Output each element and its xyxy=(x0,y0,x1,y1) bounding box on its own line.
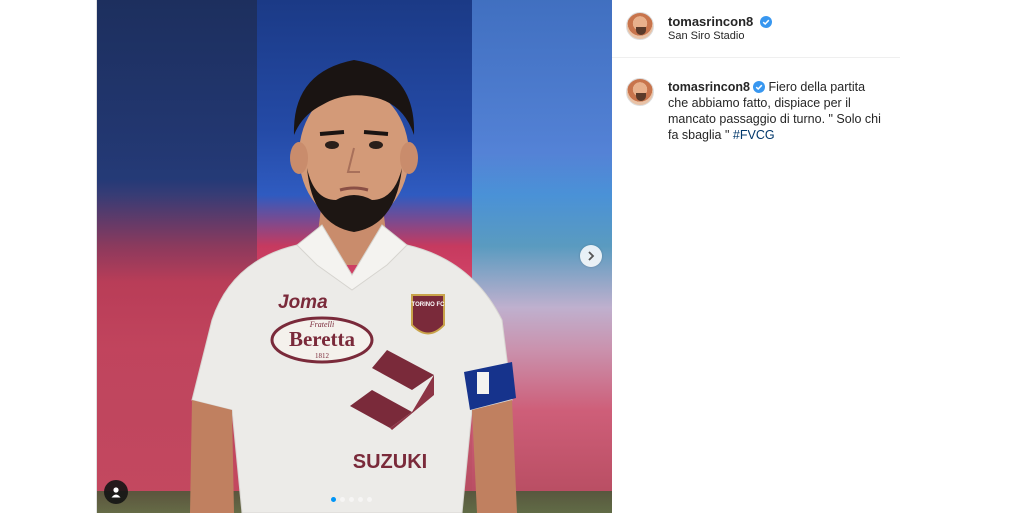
carousel-dot xyxy=(367,497,372,502)
hashtag-link[interactable]: #FVCG xyxy=(733,128,775,142)
carousel-dot xyxy=(340,497,345,502)
beretta-year: 1812 xyxy=(315,352,330,360)
header-username[interactable]: tomasrincon8 xyxy=(668,14,772,29)
location-link[interactable]: San Siro Stadio xyxy=(668,30,744,42)
post-caption: tomasrincon8 Fiero della partita che abb… xyxy=(668,79,888,143)
carousel-next-button[interactable] xyxy=(580,245,602,267)
carousel-dot xyxy=(349,497,354,502)
carousel-indicator xyxy=(331,497,372,502)
carousel-dot xyxy=(358,497,363,502)
player-figure: Joma TORINO FC Fratelli Beretta 1812 SUZ… xyxy=(190,60,517,513)
verified-badge-icon xyxy=(759,16,772,28)
joma-logo: Joma xyxy=(278,292,328,313)
beretta-logo: Beretta xyxy=(289,327,356,351)
chevron-right-icon xyxy=(588,251,595,261)
post-header: tomasrincon8 San Siro Stadio xyxy=(612,0,900,58)
caption-avatar[interactable] xyxy=(626,78,654,106)
suzuki-logo: SUZUKI xyxy=(353,451,427,473)
post-sidebar: tomasrincon8 San Siro Stadio tomasrincon… xyxy=(612,0,900,513)
caption-username[interactable]: tomasrincon8 xyxy=(668,80,750,94)
avatar[interactable] xyxy=(626,12,654,40)
carousel-dot xyxy=(331,497,336,502)
left-blank-area xyxy=(0,0,97,513)
post-image[interactable]: Joma TORINO FC Fratelli Beretta 1812 SUZ… xyxy=(97,0,612,513)
badge-text: TORINO FC xyxy=(412,302,446,308)
user-tag-icon xyxy=(111,487,121,498)
tagged-users-button[interactable] xyxy=(104,480,128,504)
verified-badge-icon xyxy=(752,81,765,93)
